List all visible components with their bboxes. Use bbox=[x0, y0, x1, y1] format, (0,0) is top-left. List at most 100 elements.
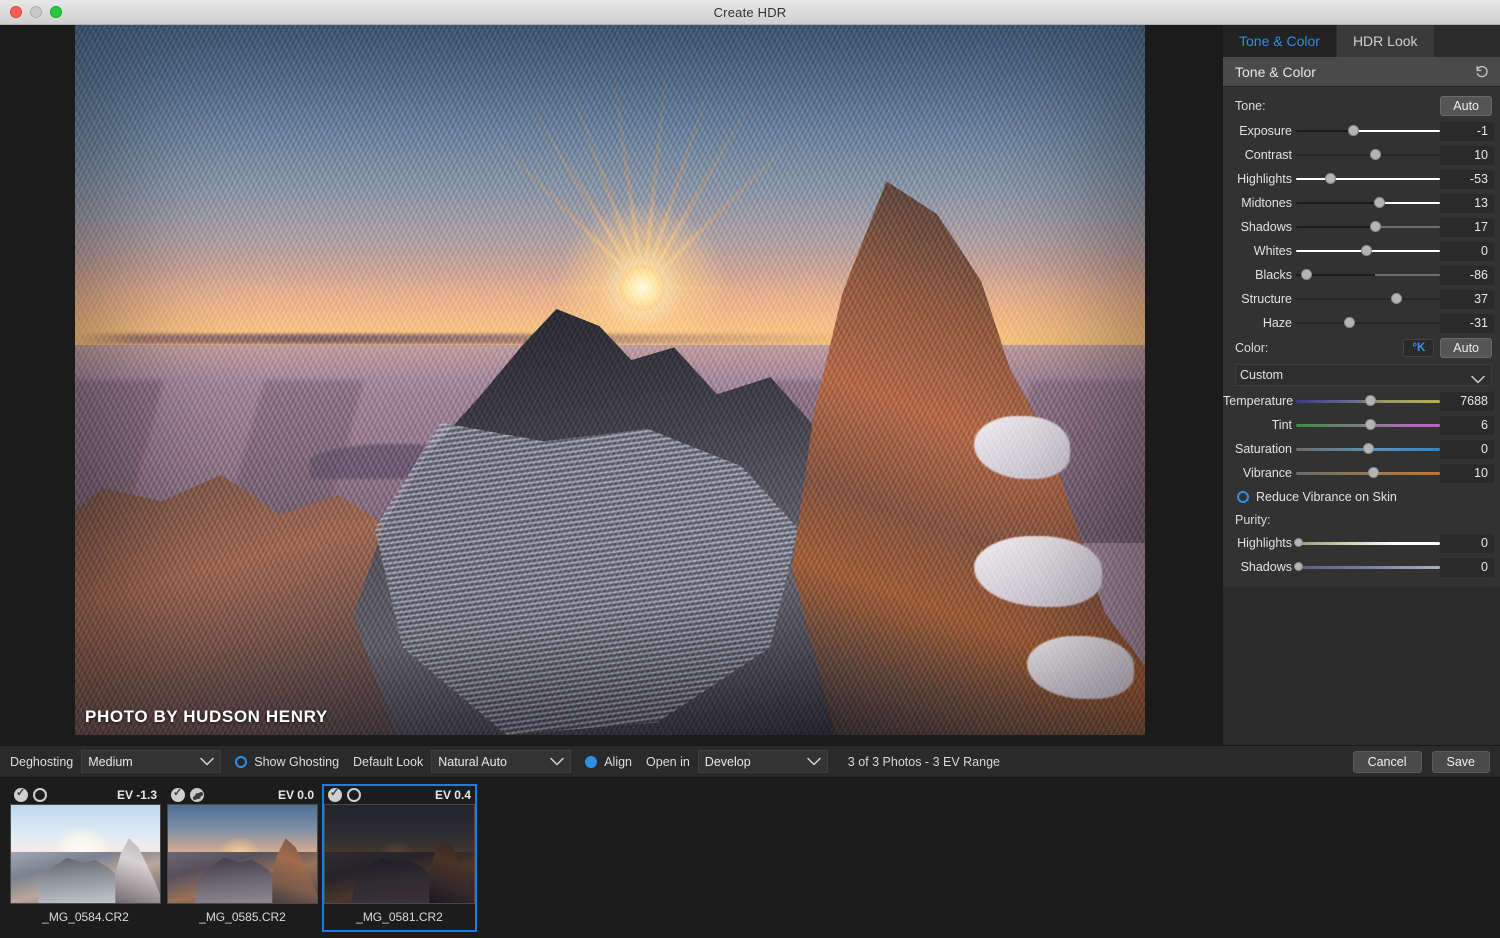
thumbnail-toggles[interactable] bbox=[171, 788, 204, 802]
slider-knob[interactable] bbox=[1348, 125, 1359, 136]
slider-value[interactable]: 0 bbox=[1440, 534, 1494, 553]
slider-track-wrap[interactable] bbox=[1296, 215, 1440, 239]
include-checkbox-icon[interactable] bbox=[328, 788, 342, 802]
show-ghosting-radio[interactable] bbox=[235, 756, 247, 768]
open-in-dropdown[interactable]: Develop bbox=[698, 750, 828, 773]
thumbnail-item-2[interactable]: EV 0.4 _MG_0581.CR2 bbox=[322, 784, 477, 932]
reset-arrow-icon[interactable] bbox=[1474, 64, 1490, 80]
slider-track-wrap[interactable] bbox=[1296, 143, 1440, 167]
slider-value[interactable]: 7688 bbox=[1440, 392, 1494, 411]
slider-value[interactable]: 6 bbox=[1440, 416, 1494, 435]
slider-knob[interactable] bbox=[1361, 245, 1372, 256]
slider-track-wrap[interactable] bbox=[1296, 461, 1440, 485]
slider-value[interactable]: -86 bbox=[1440, 266, 1494, 285]
slider-knob[interactable] bbox=[1325, 173, 1336, 184]
reference-radio-icon[interactable] bbox=[347, 788, 361, 802]
slider-shadows[interactable]: Shadows 17 bbox=[1223, 215, 1500, 239]
hdr-preview-image[interactable]: PHOTO BY HUDSON HENRY bbox=[75, 25, 1145, 735]
slider-track-wrap[interactable] bbox=[1296, 555, 1440, 579]
slider-value[interactable]: 0 bbox=[1440, 558, 1494, 577]
slider-knob[interactable] bbox=[1391, 293, 1402, 304]
default-look-dropdown[interactable]: Natural Auto bbox=[431, 750, 571, 773]
slider-track-wrap[interactable] bbox=[1296, 389, 1440, 413]
section-title: Tone & Color bbox=[1235, 64, 1316, 80]
include-checkbox-icon[interactable] bbox=[14, 788, 28, 802]
slider-haze[interactable]: Haze -31 bbox=[1223, 311, 1500, 335]
slider-knob[interactable] bbox=[1294, 538, 1303, 547]
slider-value[interactable]: -1 bbox=[1440, 122, 1494, 141]
slider-value[interactable]: 13 bbox=[1440, 194, 1494, 213]
slider-knob[interactable] bbox=[1365, 419, 1376, 430]
slider-knob[interactable] bbox=[1301, 269, 1312, 280]
slider-label: Blacks bbox=[1223, 268, 1296, 282]
tab-hdr-look[interactable]: HDR Look bbox=[1337, 25, 1435, 57]
slider-saturation[interactable]: Saturation 0 bbox=[1223, 437, 1500, 461]
slider-tint[interactable]: Tint 6 bbox=[1223, 413, 1500, 437]
slider-value[interactable]: -53 bbox=[1440, 170, 1494, 189]
slider-knob[interactable] bbox=[1365, 395, 1376, 406]
ev-label: EV 0.4 bbox=[435, 788, 471, 802]
slider-track-wrap[interactable] bbox=[1296, 311, 1440, 335]
slider-midtones[interactable]: Midtones 13 bbox=[1223, 191, 1500, 215]
tone-section-row: Tone: Auto bbox=[1223, 93, 1500, 119]
reference-radio-icon[interactable] bbox=[33, 788, 47, 802]
thumbnail-image[interactable] bbox=[167, 804, 318, 904]
slider-value[interactable]: -31 bbox=[1440, 314, 1494, 333]
tone-auto-button[interactable]: Auto bbox=[1440, 96, 1492, 116]
thumbnail-toggles[interactable] bbox=[14, 788, 47, 802]
slider-knob[interactable] bbox=[1370, 221, 1381, 232]
show-ghosting-toggle[interactable]: Show Ghosting bbox=[235, 755, 339, 769]
slider-structure[interactable]: Structure 37 bbox=[1223, 287, 1500, 311]
slider-track-wrap[interactable] bbox=[1296, 167, 1440, 191]
cancel-button[interactable]: Cancel bbox=[1353, 751, 1422, 773]
slider-contrast[interactable]: Contrast 10 bbox=[1223, 143, 1500, 167]
reference-selected-icon[interactable] bbox=[190, 788, 204, 802]
slider-value[interactable]: 17 bbox=[1440, 218, 1494, 237]
slider-exposure[interactable]: Exposure -1 bbox=[1223, 119, 1500, 143]
thumbnail-item-1[interactable]: EV 0.0 _MG_0585.CR2 bbox=[165, 784, 320, 932]
slider-knob[interactable] bbox=[1294, 562, 1303, 571]
slider-knob[interactable] bbox=[1344, 317, 1355, 328]
kelvin-toggle-button[interactable]: °K bbox=[1403, 339, 1434, 357]
slider-value[interactable]: 0 bbox=[1440, 242, 1494, 261]
slider-label: Highlights bbox=[1223, 172, 1296, 186]
align-radio[interactable] bbox=[585, 756, 597, 768]
slider-blacks[interactable]: Blacks -86 bbox=[1223, 263, 1500, 287]
slider-purity-shadows[interactable]: Shadows 0 bbox=[1223, 555, 1500, 579]
slider-track-wrap[interactable] bbox=[1296, 239, 1440, 263]
color-auto-button[interactable]: Auto bbox=[1440, 338, 1492, 358]
slider-track-wrap[interactable] bbox=[1296, 263, 1440, 287]
deghosting-dropdown[interactable]: Medium bbox=[81, 750, 221, 773]
slider-value[interactable]: 37 bbox=[1440, 290, 1494, 309]
thumbnail-toggles[interactable] bbox=[328, 788, 361, 802]
slider-vibrance[interactable]: Vibrance 10 bbox=[1223, 461, 1500, 485]
slider-knob[interactable] bbox=[1370, 149, 1381, 160]
save-button[interactable]: Save bbox=[1432, 751, 1491, 773]
slider-whites[interactable]: Whites 0 bbox=[1223, 239, 1500, 263]
reduce-vibrance-on-skin-row[interactable]: Reduce Vibrance on Skin bbox=[1223, 485, 1500, 509]
slider-track-wrap[interactable] bbox=[1296, 119, 1440, 143]
thumbnail-item-0[interactable]: EV -1.3 _MG_0584.CR2 bbox=[8, 784, 163, 932]
slider-knob[interactable] bbox=[1374, 197, 1385, 208]
slider-value[interactable]: 10 bbox=[1440, 146, 1494, 165]
reduce-vibrance-radio[interactable] bbox=[1237, 491, 1249, 503]
slider-highlights[interactable]: Highlights -53 bbox=[1223, 167, 1500, 191]
include-checkbox-icon[interactable] bbox=[171, 788, 185, 802]
slider-value[interactable]: 0 bbox=[1440, 440, 1494, 459]
slider-track-wrap[interactable] bbox=[1296, 437, 1440, 461]
slider-knob[interactable] bbox=[1363, 443, 1374, 454]
color-preset-dropdown[interactable]: Custom bbox=[1235, 364, 1492, 386]
slider-track-wrap[interactable] bbox=[1296, 287, 1440, 311]
slider-track-wrap[interactable] bbox=[1296, 413, 1440, 437]
slider-value[interactable]: 10 bbox=[1440, 464, 1494, 483]
thumbnail-image[interactable] bbox=[10, 804, 161, 904]
slider-temperature[interactable]: Temperature 7688 bbox=[1223, 389, 1500, 413]
slider-track-wrap[interactable] bbox=[1296, 531, 1440, 555]
thumbnail-image[interactable] bbox=[324, 804, 475, 904]
slider-knob[interactable] bbox=[1368, 467, 1379, 478]
tab-tone-and-color[interactable]: Tone & Color bbox=[1223, 25, 1337, 57]
align-toggle[interactable]: Align bbox=[585, 755, 632, 769]
photo-count-status: 3 of 3 Photos - 3 EV Range bbox=[848, 755, 1000, 769]
slider-track-wrap[interactable] bbox=[1296, 191, 1440, 215]
slider-purity-highlights[interactable]: Highlights 0 bbox=[1223, 531, 1500, 555]
